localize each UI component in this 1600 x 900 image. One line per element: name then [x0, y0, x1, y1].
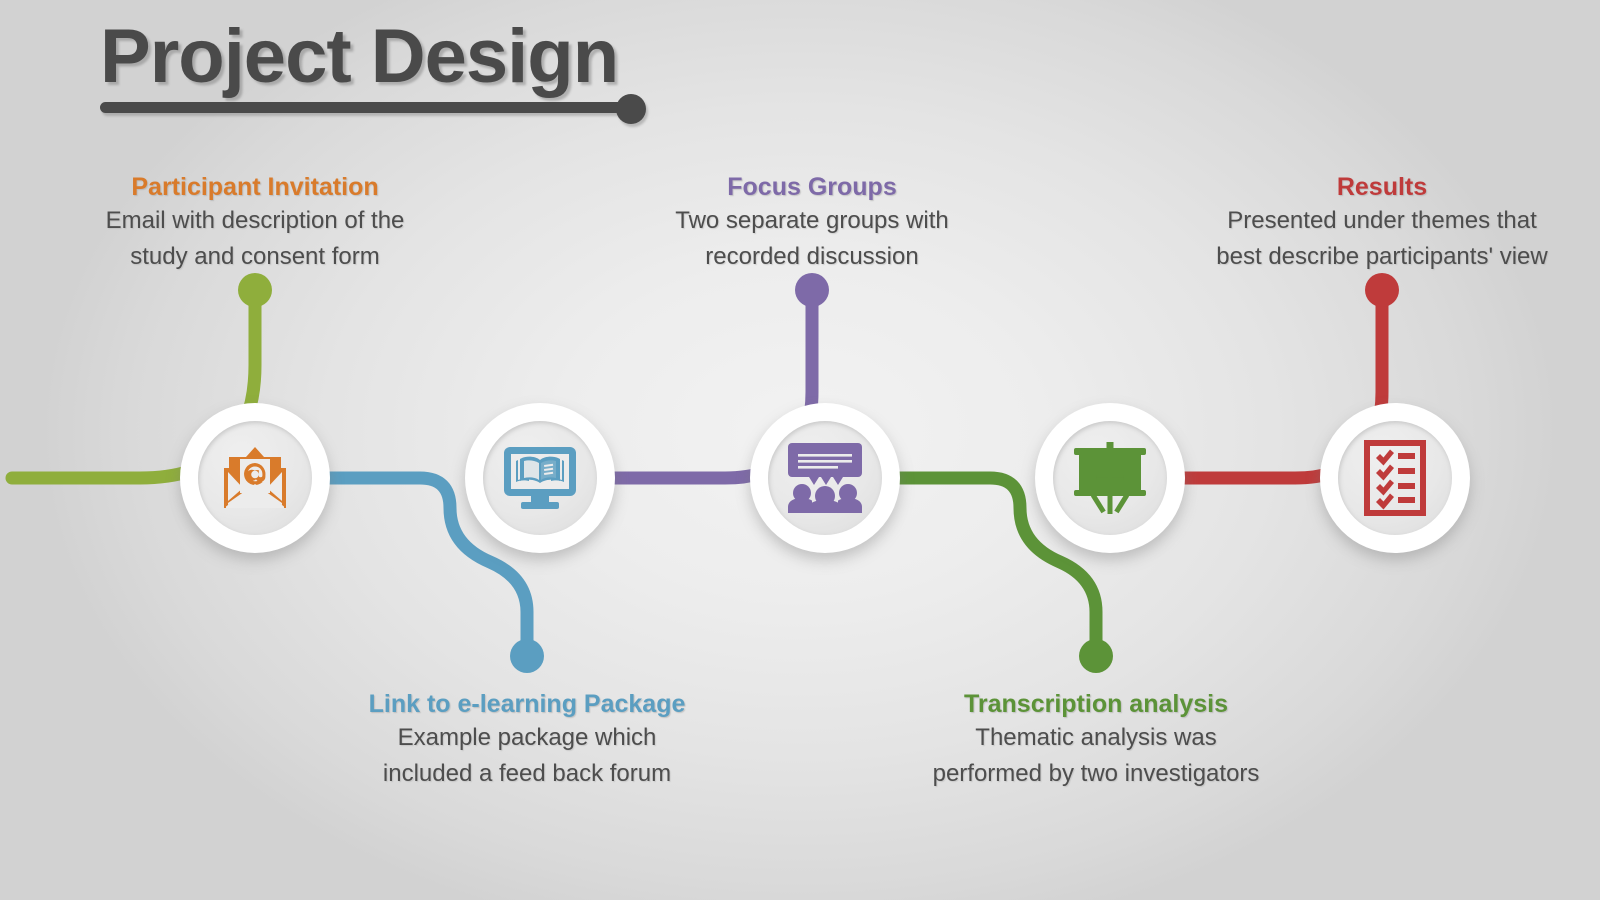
node-link-to-elearning-package[interactable]: [465, 403, 615, 553]
connector-dot-step-3: [795, 273, 829, 307]
node-participant-invitation[interactable]: [180, 403, 330, 553]
caption-title-4: Transcription analysis: [964, 690, 1228, 718]
connector-dot-step-4: [1079, 639, 1113, 673]
node-inner-3: [768, 421, 882, 535]
caption-desc-5-line-2: best describe participants' view: [1216, 243, 1548, 270]
node-inner-5: [1338, 421, 1452, 535]
title-block: Project Design: [100, 14, 720, 124]
caption-title-5: Results: [1336, 173, 1428, 201]
node-transcription-analysis[interactable]: [1035, 403, 1185, 553]
caption-desc-3-line-2: recorded discussion: [705, 243, 919, 270]
caption-desc-4: Thematic analysis was performed by two i…: [896, 720, 1296, 792]
caption-desc-2: Example package which included a feed ba…: [327, 720, 727, 792]
node-inner-1: [198, 421, 312, 535]
caption-title-3: Focus Groups: [727, 173, 897, 201]
caption-desc-2-line-2: included a feed back forum: [382, 760, 672, 787]
node-results[interactable]: [1320, 403, 1470, 553]
caption-desc-1-line-1: Email with description of the: [105, 207, 405, 234]
email-envelope-icon: [224, 447, 286, 508]
caption-desc-3: Two separate groups with recorded discus…: [622, 203, 1002, 275]
caption-desc-2-line-1: Example package which: [397, 724, 657, 751]
caption-desc-1-line-2: study and consent form: [130, 243, 380, 270]
title-underline-group: [100, 94, 720, 124]
title-underline-bar: [100, 102, 628, 113]
speech-bubble-people-icon: [788, 443, 862, 513]
connector-dot-step-2: [510, 639, 544, 673]
title-underline-dot: [616, 94, 646, 124]
node-focus-groups[interactable]: [750, 403, 900, 553]
caption-desc-1: Email with description of the study and …: [55, 203, 455, 275]
page-title: Project Design: [100, 14, 619, 99]
connector-dot-step-5: [1365, 273, 1399, 307]
caption-results: Results Presented under themes that best…: [1172, 172, 1592, 275]
node-inner-2: [483, 421, 597, 535]
caption-link-to-elearning-package: Link to e-learning Package Example packa…: [327, 689, 727, 792]
caption-desc-4-line-2: performed by two investigators: [932, 760, 1260, 787]
caption-desc-5-line-1: Presented under themes that: [1227, 207, 1537, 234]
presentation-chart-icon: [1074, 442, 1146, 514]
checklist-clipboard-icon: [1364, 440, 1426, 516]
node-inner-4: [1053, 421, 1167, 535]
caption-title-1: Participant Invitation: [131, 173, 379, 201]
connector-dot-step-1: [238, 273, 272, 307]
caption-title-2: Link to e-learning Package: [368, 690, 686, 718]
caption-desc-3-line-1: Two separate groups with: [675, 207, 949, 234]
caption-focus-groups: Focus Groups Two separate groups with re…: [622, 172, 1002, 275]
monitor-book-icon: [504, 447, 576, 509]
caption-desc-5: Presented under themes that best describ…: [1172, 203, 1592, 275]
caption-desc-4-line-1: Thematic analysis was: [975, 724, 1217, 751]
caption-participant-invitation: Participant Invitation Email with descri…: [55, 172, 455, 275]
caption-transcription-analysis: Transcription analysis Thematic analysis…: [896, 689, 1296, 792]
